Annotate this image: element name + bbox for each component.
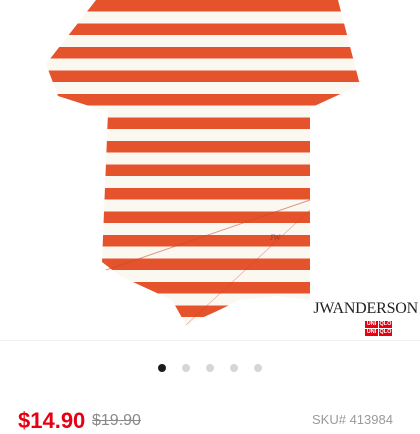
- store-logo-cell: QLO: [379, 321, 392, 328]
- designer-logo: JWANDERSON: [313, 300, 418, 317]
- striped-tshirt-image: JW: [46, 0, 360, 326]
- carousel-pagination[interactable]: [0, 362, 420, 374]
- store-logo-cell: UNI: [365, 329, 378, 336]
- product-image[interactable]: JW JWANDERSON UNI QLO UNI QLO: [0, 0, 420, 340]
- original-price: $19.90: [92, 412, 141, 429]
- svg-text:JW: JW: [270, 233, 281, 242]
- divider: [0, 340, 420, 341]
- price-row: $14.90 $19.90 SKU# 413984: [0, 400, 420, 433]
- carousel-dot-1[interactable]: [158, 364, 166, 372]
- carousel-dot-5[interactable]: [254, 364, 262, 372]
- sale-price: $14.90: [18, 408, 86, 433]
- store-logo-cell: UNI: [365, 321, 378, 328]
- carousel-dot-3[interactable]: [206, 364, 214, 372]
- carousel-dot-4[interactable]: [230, 364, 238, 372]
- carousel-dot-2[interactable]: [182, 364, 190, 372]
- store-logo-cell: QLO: [379, 329, 392, 336]
- store-logo: UNI QLO UNI QLO: [365, 321, 393, 336]
